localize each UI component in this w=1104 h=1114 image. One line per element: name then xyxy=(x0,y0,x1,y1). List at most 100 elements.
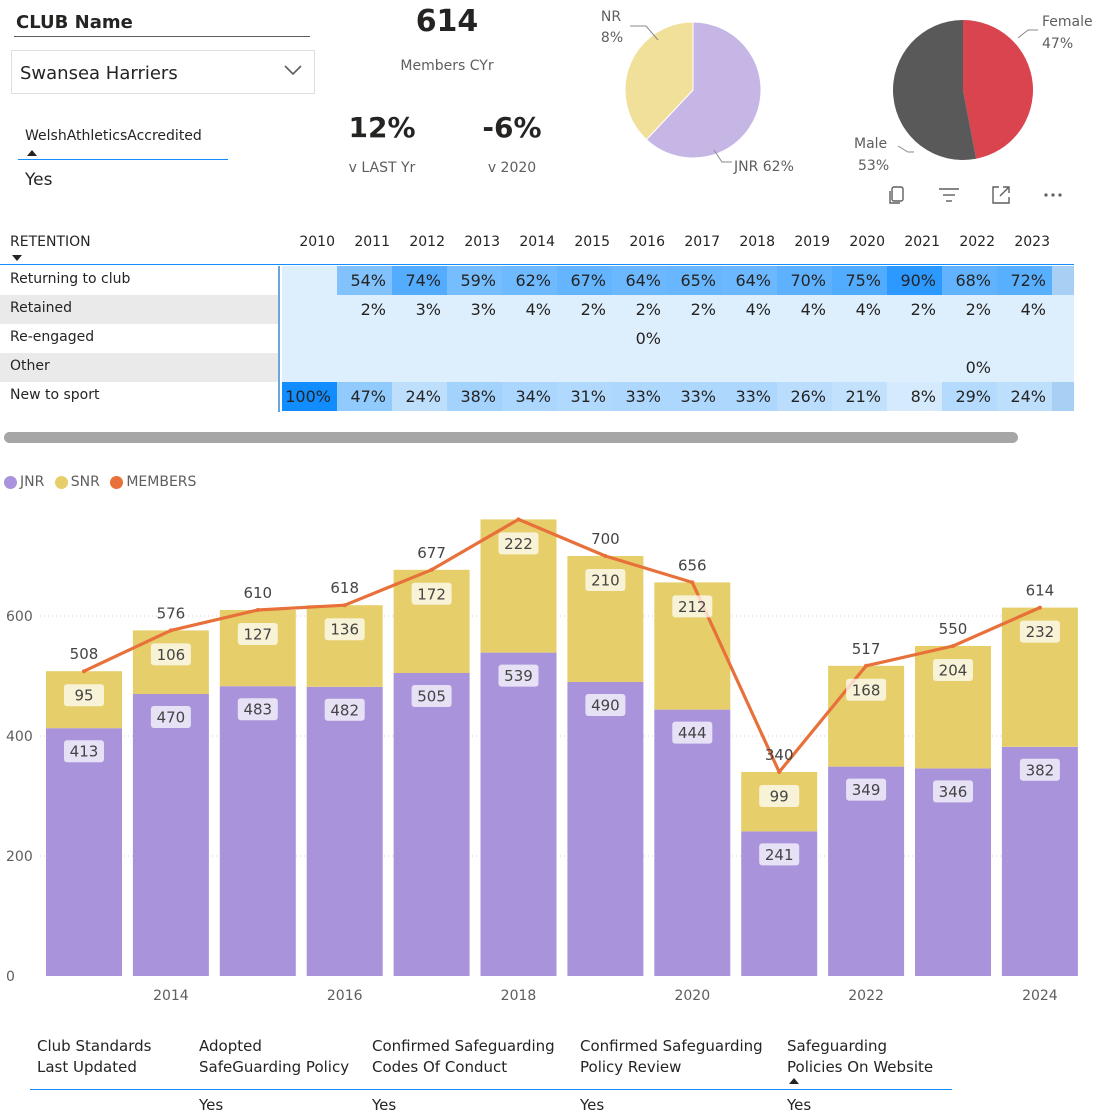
retention-cell[interactable] xyxy=(447,324,502,353)
sort-descending-icon[interactable] xyxy=(12,255,22,261)
retention-cell[interactable] xyxy=(337,353,392,382)
retention-year-header[interactable]: 2016 xyxy=(615,234,665,250)
gender-split-pie-chart[interactable]: Female 47% Male 53% xyxy=(840,0,1104,180)
members-line-point[interactable] xyxy=(342,603,347,608)
retention-cell[interactable]: 59% xyxy=(447,266,502,295)
members-line-point[interactable] xyxy=(516,517,521,522)
retention-cell[interactable] xyxy=(392,353,447,382)
retention-cell[interactable]: 34% xyxy=(502,382,557,411)
members-line-point[interactable] xyxy=(864,663,869,668)
retention-cell[interactable] xyxy=(1052,353,1074,382)
retention-cell[interactable] xyxy=(997,353,1052,382)
retention-cell[interactable]: 2% xyxy=(667,295,722,324)
members-line-point[interactable] xyxy=(255,608,260,612)
retention-cell[interactable] xyxy=(667,353,722,382)
retention-cell[interactable]: 31% xyxy=(557,382,612,411)
accreditation-column-header[interactable]: WelshAthleticsAccredited xyxy=(25,128,202,144)
retention-cell[interactable]: 2% xyxy=(942,295,997,324)
retention-row-label[interactable]: Other xyxy=(10,358,50,374)
retention-row-label[interactable]: Re-engaged xyxy=(10,329,94,345)
retention-cell[interactable] xyxy=(887,324,942,353)
members-line-point[interactable] xyxy=(690,580,695,585)
retention-cell[interactable] xyxy=(612,353,667,382)
retention-cell[interactable]: 3 xyxy=(1052,382,1074,411)
retention-cell[interactable]: 24% xyxy=(997,382,1052,411)
retention-row-label[interactable]: New to sport xyxy=(10,387,99,403)
bar-jnr[interactable] xyxy=(219,686,296,976)
retention-cell[interactable] xyxy=(502,324,557,353)
bar-jnr[interactable] xyxy=(654,709,731,976)
retention-year-header[interactable]: 2014 xyxy=(505,234,555,250)
retention-cell[interactable]: 33% xyxy=(612,382,667,411)
bar-snr[interactable] xyxy=(219,610,296,687)
focus-mode-icon[interactable] xyxy=(988,182,1014,208)
retention-cell[interactable]: 47% xyxy=(337,382,392,411)
legend-item-jnr[interactable]: JNR xyxy=(4,474,44,490)
retention-cell[interactable]: 62% xyxy=(502,266,557,295)
standards-column-header[interactable]: Safeguarding Policies On Website xyxy=(787,1036,933,1078)
retention-cell[interactable]: 65% xyxy=(667,266,722,295)
retention-cell[interactable]: 68% xyxy=(942,266,997,295)
retention-cell[interactable]: 64% xyxy=(722,266,777,295)
bar-jnr[interactable] xyxy=(46,728,122,976)
retention-cell[interactable] xyxy=(282,295,337,324)
retention-cell[interactable] xyxy=(282,353,337,382)
bar-jnr[interactable] xyxy=(306,686,383,976)
retention-cell[interactable] xyxy=(557,353,612,382)
standards-column-header[interactable]: Confirmed Safeguarding Codes Of Conduct xyxy=(372,1036,555,1078)
retention-cell[interactable]: 38% xyxy=(447,382,502,411)
retention-year-header[interactable]: 2018 xyxy=(725,234,775,250)
retention-year-header[interactable]: 2021 xyxy=(890,234,940,250)
retention-cell[interactable]: 0% xyxy=(612,324,667,353)
retention-cell[interactable]: 24% xyxy=(392,382,447,411)
retention-cell[interactable] xyxy=(1052,295,1074,324)
retention-cell[interactable] xyxy=(337,324,392,353)
retention-cell[interactable] xyxy=(282,266,337,295)
retention-cell[interactable]: 67% xyxy=(557,266,612,295)
retention-cell[interactable] xyxy=(832,324,887,353)
members-line-point[interactable] xyxy=(168,628,173,633)
bar-jnr[interactable] xyxy=(393,673,470,976)
retention-cell[interactable] xyxy=(722,324,777,353)
retention-cell[interactable] xyxy=(942,324,997,353)
bar-snr[interactable] xyxy=(306,605,383,687)
retention-cell[interactable]: 3% xyxy=(447,295,502,324)
retention-cell[interactable] xyxy=(997,324,1052,353)
bar-jnr[interactable] xyxy=(567,682,644,976)
bar-jnr[interactable] xyxy=(1001,746,1078,976)
standards-column-header[interactable]: Confirmed Safeguarding Policy Review xyxy=(580,1036,763,1078)
retention-cell[interactable]: 29% xyxy=(942,382,997,411)
retention-cell[interactable] xyxy=(447,353,502,382)
retention-year-header[interactable]: 2017 xyxy=(670,234,720,250)
legend-item-members[interactable]: MEMBERS xyxy=(110,474,196,490)
bar-jnr[interactable] xyxy=(480,652,557,976)
retention-cell[interactable]: 70% xyxy=(777,266,832,295)
more-options-icon[interactable] xyxy=(1040,182,1066,208)
retention-year-header[interactable]: 2011 xyxy=(340,234,390,250)
retention-cell[interactable]: 90% xyxy=(887,266,942,295)
sort-ascending-icon[interactable] xyxy=(789,1078,799,1084)
members-line-point[interactable] xyxy=(777,770,782,774)
retention-cell[interactable]: 75% xyxy=(832,266,887,295)
retention-cell[interactable]: 4% xyxy=(722,295,777,324)
retention-cell[interactable]: 4% xyxy=(997,295,1052,324)
retention-cell[interactable] xyxy=(557,324,612,353)
retention-cell[interactable] xyxy=(392,324,447,353)
retention-cell[interactable]: 2% xyxy=(887,295,942,324)
retention-cell[interactable]: 21% xyxy=(832,382,887,411)
sort-ascending-icon[interactable] xyxy=(27,150,37,156)
retention-cell[interactable]: 33% xyxy=(667,382,722,411)
retention-cell[interactable]: 2% xyxy=(337,295,392,324)
standards-column-header[interactable]: Adopted SafeGuarding Policy xyxy=(199,1036,349,1078)
retention-cell[interactable] xyxy=(722,353,777,382)
retention-cell[interactable]: 54% xyxy=(337,266,392,295)
copy-icon[interactable] xyxy=(884,182,910,208)
retention-year-header[interactable]: 2012 xyxy=(395,234,445,250)
retention-cell[interactable]: 26% xyxy=(777,382,832,411)
filter-icon[interactable] xyxy=(936,182,962,208)
pie-slice-female[interactable] xyxy=(963,20,1034,159)
retention-cell[interactable] xyxy=(887,353,942,382)
members-line-point[interactable] xyxy=(82,669,86,674)
retention-cell[interactable]: 4% xyxy=(502,295,557,324)
club-dropdown[interactable]: Swansea Harriers xyxy=(11,50,315,94)
